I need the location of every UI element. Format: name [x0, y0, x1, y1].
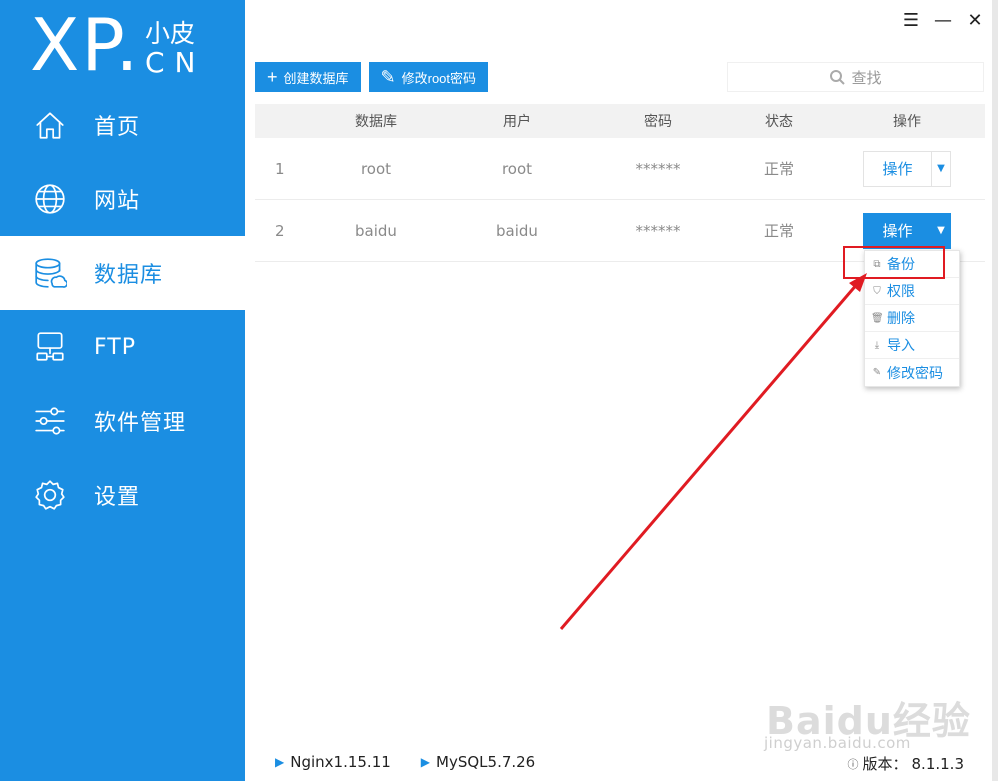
- sidebar-item-label: 首页: [94, 115, 141, 140]
- status-bar: ▶ Nginx1.15.11 ▶ MySQL5.7.26 ⓘ 版本： 8.1.1…: [245, 743, 998, 781]
- menu-item-backup[interactable]: ⧉ 备份: [865, 251, 959, 278]
- sidebar-item-label: 设置: [94, 485, 141, 510]
- menu-icon[interactable]: ☰: [902, 10, 920, 31]
- action-dropdown-button[interactable]: 操作 ▼: [863, 150, 951, 187]
- menu-item-label: 修改密码: [887, 365, 943, 382]
- version-number: 8.1.1.3: [911, 754, 964, 773]
- create-database-label: 创建数据库: [283, 70, 349, 86]
- modify-root-password-label: 修改root密码: [401, 70, 477, 86]
- window-controls: ☰ — ✕: [902, 10, 984, 31]
- mysql-status[interactable]: ▶ MySQL5.7.26: [421, 753, 535, 771]
- menu-item-label: 导入: [887, 338, 915, 354]
- row-action-cell: 操作 ▼: [829, 212, 985, 249]
- logo-xp-text: XP.: [30, 3, 141, 87]
- search-icon: [830, 70, 846, 85]
- home-icon: [32, 107, 68, 143]
- action-button-label[interactable]: 操作: [864, 213, 932, 248]
- row-status: 正常: [763, 222, 794, 240]
- row-status: 正常: [763, 160, 794, 178]
- minimize-icon[interactable]: —: [934, 10, 952, 31]
- menu-item-import[interactable]: ⤓ 导入: [865, 332, 959, 359]
- play-icon: ▶: [420, 755, 431, 769]
- table-header: 数据库 用户 密码 状态 操作: [255, 104, 985, 138]
- action-button-label[interactable]: 操作: [864, 151, 932, 186]
- sidebar-item-ftp[interactable]: FTP: [0, 310, 245, 384]
- logo-cn-bottom: CN: [145, 46, 206, 79]
- plus-icon: +: [267, 67, 278, 87]
- sidebar-item-website[interactable]: 网站: [0, 162, 245, 236]
- row-index: 2: [275, 221, 285, 240]
- version-info: ⓘ 版本： 8.1.1.3: [848, 753, 965, 774]
- modify-root-password-button[interactable]: ✎ 修改root密码: [368, 62, 489, 92]
- header-password: 密码: [644, 114, 672, 130]
- menu-item-change-password[interactable]: ✎ 修改密码: [865, 359, 959, 386]
- header-user: 用户: [503, 114, 531, 130]
- sidebar-item-label: 数据库: [94, 263, 164, 288]
- sidebar: XP. 小皮 CN 首页 网站 数据库 FTP 软件管理 设置: [0, 0, 245, 781]
- menu-item-label: 权限: [887, 284, 915, 300]
- sidebar-item-settings[interactable]: 设置: [0, 458, 245, 532]
- create-database-button[interactable]: + 创建数据库: [255, 62, 361, 92]
- import-icon: ⤓: [874, 339, 880, 351]
- sidebar-item-software[interactable]: 软件管理: [0, 384, 245, 458]
- play-icon: ▶: [275, 755, 285, 769]
- row-user: baidu: [496, 221, 538, 240]
- ftp-icon: [32, 329, 68, 365]
- menu-item-delete[interactable]: 🗑 删除: [865, 305, 959, 332]
- logo-cn-top: 小皮: [145, 19, 196, 48]
- pencil-icon: ✎: [872, 367, 882, 378]
- menu-item-permissions[interactable]: ⛉ 权限: [865, 278, 959, 305]
- menu-item-label: 备份: [887, 257, 915, 273]
- sidebar-item-label: FTP: [94, 334, 136, 360]
- sidebar-nav: 首页 网站 数据库 FTP 软件管理 设置: [0, 88, 245, 532]
- nginx-label: Nginx1.15.11: [290, 753, 391, 771]
- mysql-label: MySQL5.7.26: [436, 753, 536, 771]
- main-panel: + 创建数据库 ✎ 修改root密码 查找 数据库 用户 密码 状态 操作 1 …: [255, 52, 985, 728]
- copy-icon: ⧉: [873, 258, 881, 270]
- row-password: ******: [635, 159, 681, 178]
- row-user: root: [501, 159, 533, 178]
- sliders-icon: [32, 403, 68, 439]
- chevron-down-icon[interactable]: ▼: [932, 152, 950, 186]
- header-status: 状态: [765, 114, 793, 130]
- sidebar-item-label: 软件管理: [94, 411, 187, 436]
- menu-item-label: 删除: [887, 311, 915, 327]
- row-database: root: [360, 159, 392, 178]
- shield-icon: ⛉: [873, 285, 881, 297]
- header-database: 数据库: [355, 114, 397, 130]
- sidebar-item-home[interactable]: 首页: [0, 88, 245, 162]
- globe-icon: [32, 181, 68, 217]
- search-input[interactable]: 查找: [727, 62, 984, 92]
- toolbar: + 创建数据库 ✎ 修改root密码: [255, 62, 489, 92]
- sidebar-item-label: 网站: [94, 189, 141, 214]
- pencil-icon: ✎: [380, 67, 396, 87]
- row-database: baidu: [355, 221, 397, 240]
- sidebar-item-database[interactable]: 数据库: [0, 236, 245, 310]
- nginx-status[interactable]: ▶ Nginx1.15.11: [275, 753, 391, 771]
- brand-logo: XP. 小皮 CN: [30, 8, 230, 83]
- search-placeholder: 查找: [851, 68, 882, 87]
- database-icon: [32, 255, 68, 291]
- window-right-edge: [992, 0, 998, 781]
- info-icon: ⓘ: [847, 757, 859, 771]
- action-dropdown-button-active[interactable]: 操作 ▼: [863, 212, 951, 249]
- table-row: 1 root root ****** 正常 操作 ▼: [255, 138, 985, 200]
- row-password: ******: [635, 221, 681, 240]
- version-label: 版本：: [862, 755, 908, 773]
- row-action-cell: 操作 ▼: [829, 150, 985, 187]
- trash-icon: 🗑: [871, 312, 884, 324]
- action-dropdown-menu: ⧉ 备份 ⛉ 权限 🗑 删除 ⤓ 导入 ✎ 修改密码: [864, 250, 960, 387]
- chevron-down-icon[interactable]: ▼: [932, 214, 950, 248]
- close-icon[interactable]: ✕: [966, 10, 984, 31]
- header-action: 操作: [893, 114, 921, 130]
- row-index: 1: [275, 159, 285, 178]
- gear-icon: [32, 477, 68, 513]
